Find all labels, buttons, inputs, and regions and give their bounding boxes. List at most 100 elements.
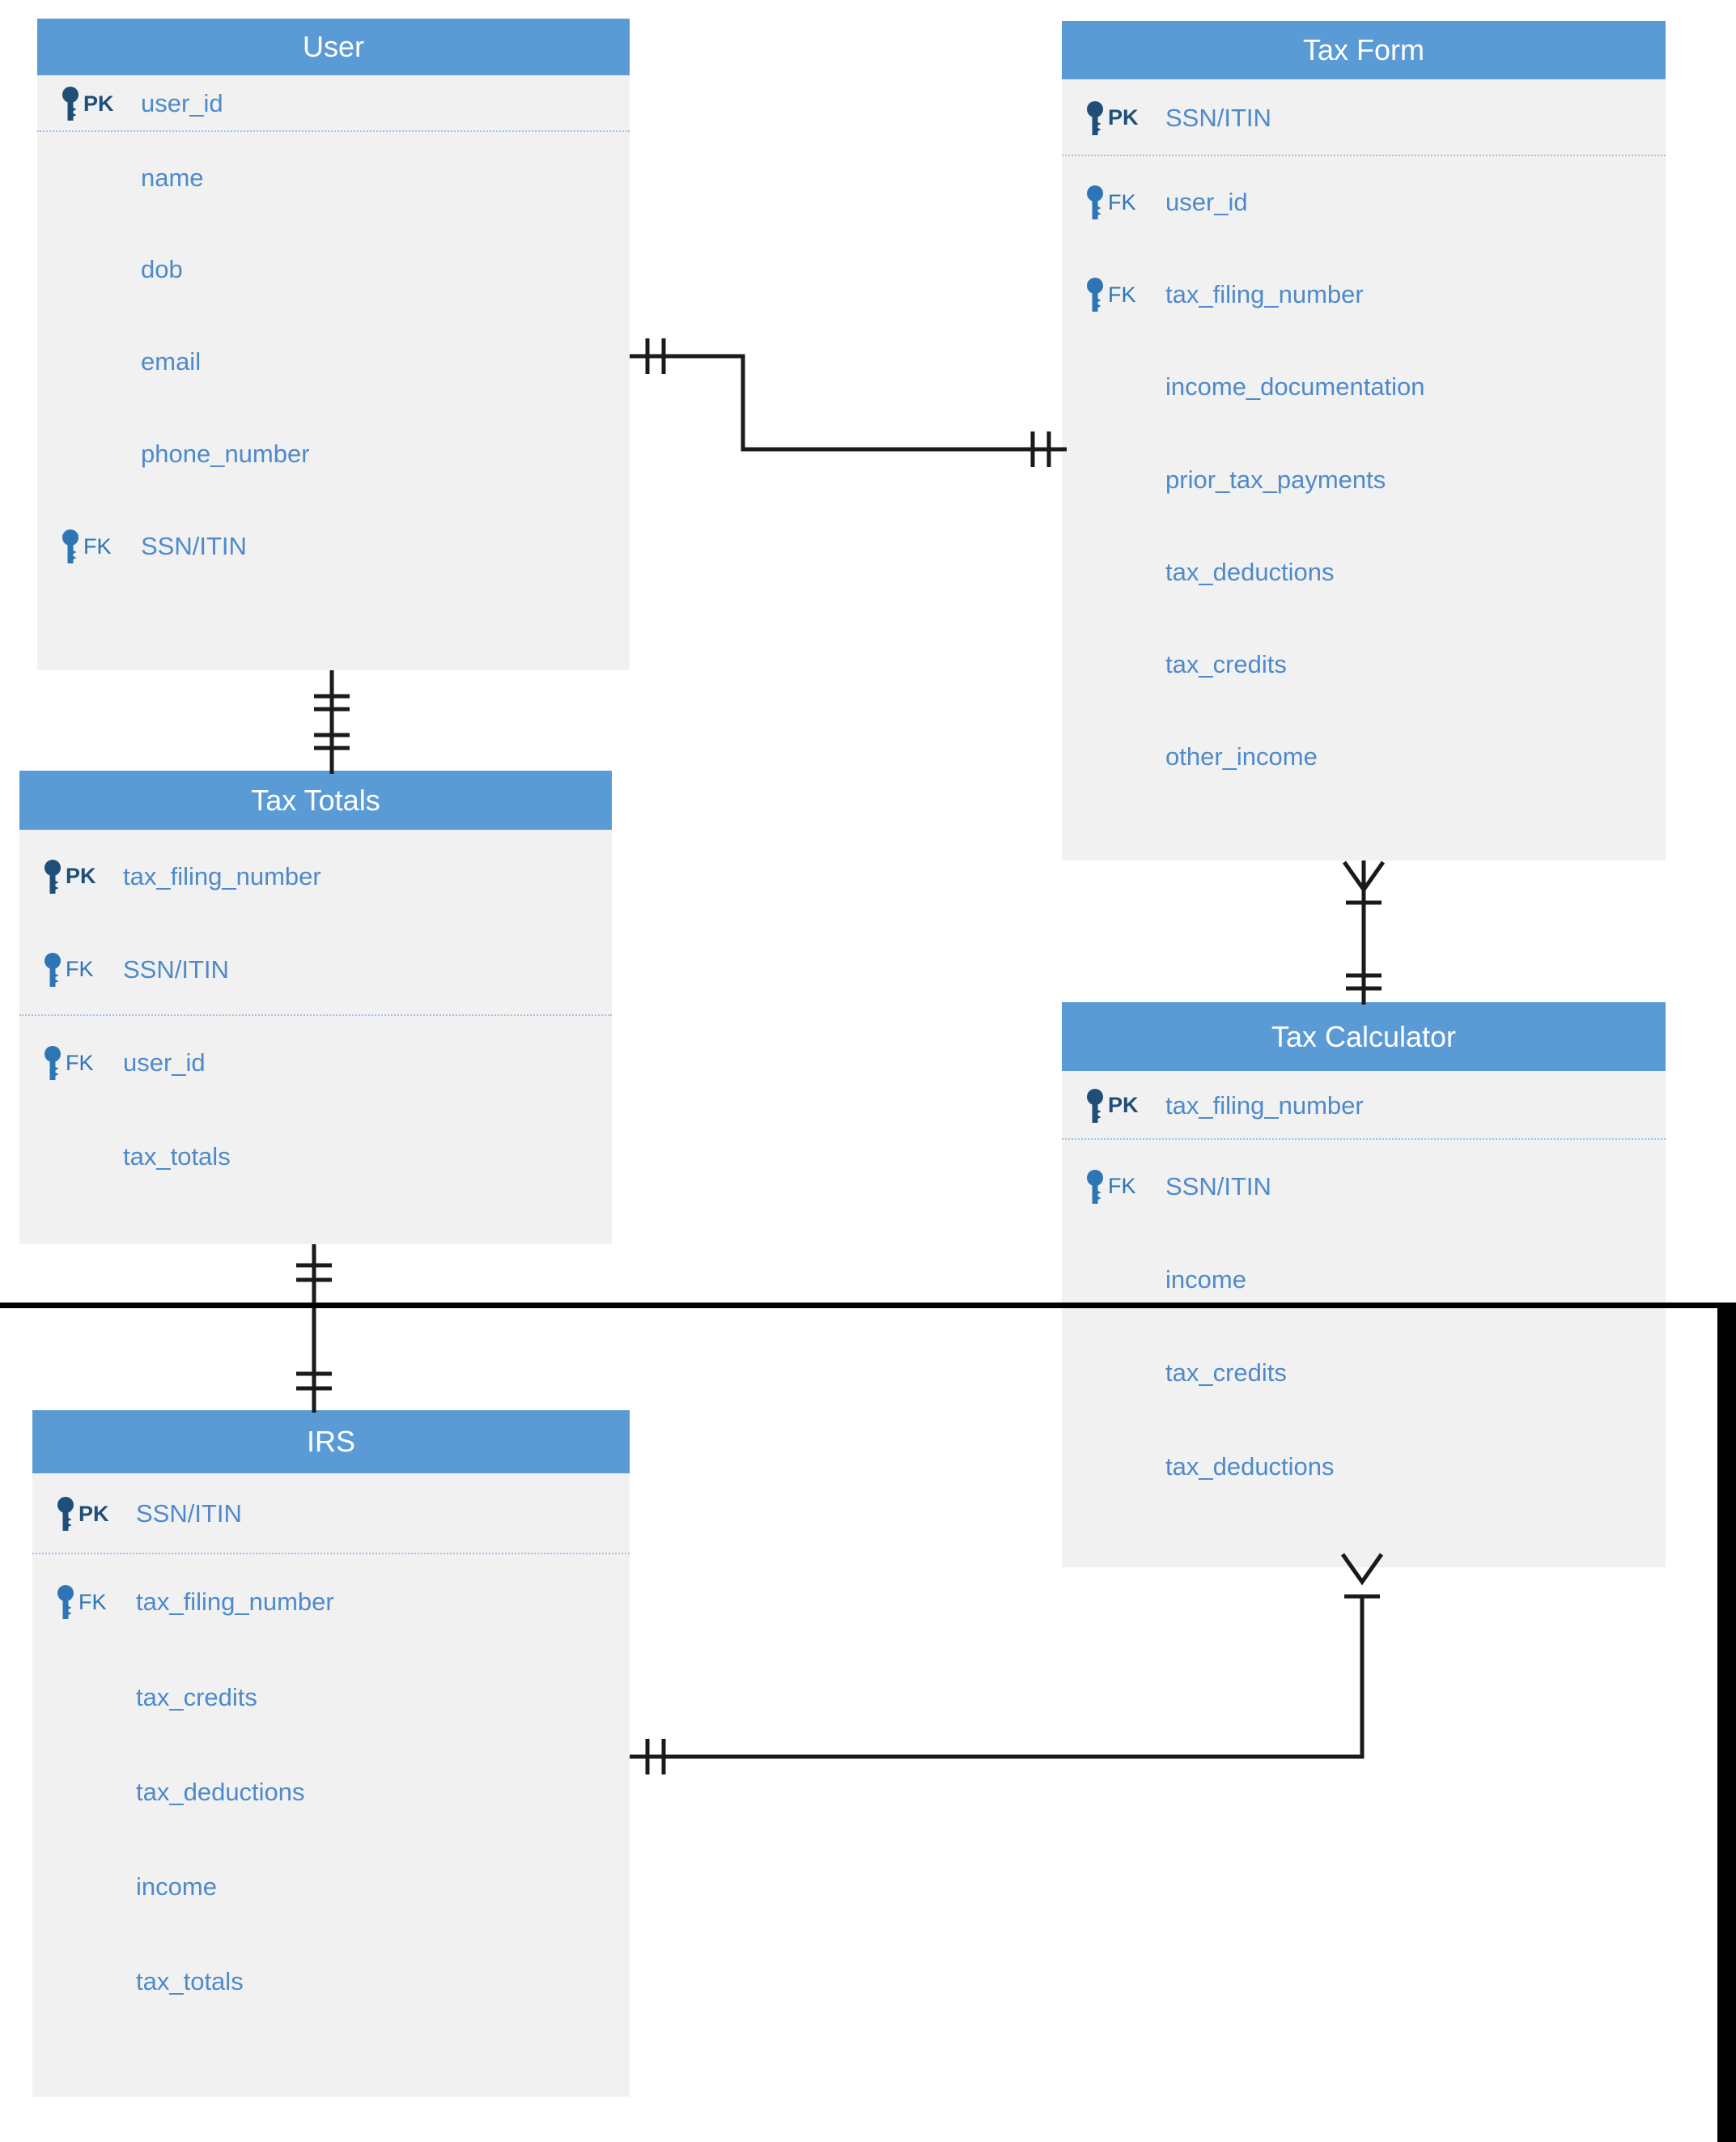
attribute-row[interactable]: tax_deductions: [1062, 1420, 1666, 1514]
entity-tax-calculator[interactable]: Tax Calculator PK tax_filing_number FK S…: [1062, 1002, 1666, 1567]
attribute-name: SSN/ITIN: [141, 532, 247, 560]
key-indicator: [1062, 1326, 1165, 1420]
attribute-name: other_income: [1165, 742, 1318, 771]
attribute-name: SSN/ITIN: [136, 1499, 242, 1528]
attribute-row[interactable]: other_income: [1062, 711, 1666, 803]
attribute-row[interactable]: tax_deductions: [32, 1745, 630, 1839]
attribute-row[interactable]: PK tax_filing_number: [19, 830, 612, 923]
key-indicator: [37, 408, 141, 500]
attribute-row[interactable]: FK SSN/ITIN: [19, 923, 612, 1016]
key-indicator: PK: [1062, 79, 1165, 156]
entity-tax-totals-title: Tax Totals: [251, 783, 380, 817]
key-icon: [45, 859, 61, 894]
attribute-name: SSN/ITIN: [1165, 103, 1271, 132]
attribute-row[interactable]: income: [32, 1839, 630, 1934]
attribute-row[interactable]: PK SSN/ITIN: [1062, 79, 1666, 156]
attribute-row[interactable]: dob: [37, 223, 630, 316]
key-icon: [1087, 185, 1103, 219]
key-indicator: [1062, 1233, 1165, 1326]
attribute-row[interactable]: FK SSN/ITIN: [1062, 1140, 1666, 1233]
key-label: FK: [1108, 282, 1136, 307]
entity-irs-title: IRS: [306, 1425, 355, 1458]
key-label: PK: [66, 864, 96, 888]
attribute-row[interactable]: PK user_id: [37, 75, 630, 132]
attribute-name: tax_deductions: [136, 1777, 305, 1806]
key-label: FK: [66, 1050, 94, 1075]
key-label: FK: [83, 533, 112, 559]
entity-user-body: PK user_id name dob email phone_number F…: [37, 75, 630, 670]
key-icon: [1087, 1088, 1103, 1123]
entity-tax-form-body: PK SSN/ITIN FK user_id FK tax_filing_num…: [1062, 79, 1666, 861]
entity-tax-calculator-header: Tax Calculator: [1062, 1002, 1666, 1071]
key-indicator: FK: [37, 500, 141, 593]
attribute-row[interactable]: FK tax_filing_number: [1062, 249, 1666, 341]
key-indicator: [1062, 433, 1165, 526]
attribute-row[interactable]: name: [37, 132, 630, 223]
relationship-tax-totals-irs[interactable]: [283, 1244, 364, 1413]
entity-irs-body: PK SSN/ITIN FK tax_filing_number tax_cre…: [32, 1473, 630, 2097]
attribute-name: tax_totals: [136, 1966, 244, 1995]
key-label: FK: [1108, 189, 1136, 215]
key-label: FK: [1108, 1174, 1136, 1198]
key-icon: [1087, 278, 1103, 312]
attribute-row[interactable]: phone_number: [37, 408, 630, 500]
attribute-name: tax_credits: [1165, 1358, 1287, 1387]
attribute-row[interactable]: income: [1062, 1233, 1666, 1326]
attribute-row[interactable]: FK SSN/ITIN: [37, 500, 630, 593]
attribute-row[interactable]: tax_totals: [19, 1110, 612, 1204]
entity-irs[interactable]: IRS PK SSN/ITIN FK tax_filing_number tax…: [32, 1410, 630, 2097]
key-icon: [45, 1046, 61, 1080]
attribute-row[interactable]: FK tax_filing_number: [32, 1554, 630, 1650]
key-label: FK: [79, 1589, 107, 1614]
relationship-user-tax-form[interactable]: [630, 324, 1067, 470]
key-indicator: FK: [32, 1554, 136, 1650]
entity-tax-form[interactable]: Tax Form PK SSN/ITIN FK user_id FK tax_f…: [1062, 21, 1666, 861]
key-indicator: [1062, 1420, 1165, 1514]
attribute-row[interactable]: tax_credits: [1062, 1326, 1666, 1420]
attribute-name: tax_deductions: [1165, 558, 1335, 586]
attribute-row[interactable]: PK tax_filing_number: [1062, 1071, 1666, 1140]
key-indicator: FK: [19, 923, 123, 1016]
key-icon: [57, 1497, 74, 1531]
key-indicator: [1062, 341, 1165, 433]
key-indicator: [32, 1839, 136, 1934]
key-icon: [1087, 1169, 1103, 1204]
relationship-irs-tax-calculator[interactable]: [630, 1553, 1384, 1774]
key-indicator: [1062, 618, 1165, 711]
entity-tax-totals[interactable]: Tax Totals PK tax_filing_number FK SSN/I…: [19, 771, 612, 1244]
attribute-row[interactable]: tax_totals: [32, 1934, 630, 2029]
attribute-name: tax_filing_number: [136, 1587, 334, 1616]
attribute-name: tax_filing_number: [1165, 280, 1364, 308]
attribute-row[interactable]: tax_credits: [1062, 618, 1666, 711]
key-indicator: PK: [19, 830, 123, 923]
attribute-row[interactable]: FK user_id: [19, 1016, 612, 1110]
attribute-name: SSN/ITIN: [123, 954, 229, 984]
entity-user-title: User: [302, 30, 364, 63]
attribute-row[interactable]: prior_tax_payments: [1062, 433, 1666, 526]
relationship-tax-form-tax-calculator[interactable]: [1323, 861, 1404, 1005]
relationship-user-tax-totals[interactable]: [299, 670, 380, 774]
attribute-row[interactable]: tax_deductions: [1062, 526, 1666, 618]
attribute-name: income: [136, 1872, 217, 1901]
attribute-name: phone_number: [141, 440, 310, 468]
key-indicator: PK: [37, 75, 141, 132]
entity-user[interactable]: User PK user_id name dob email phone_num…: [37, 19, 630, 670]
attribute-row[interactable]: tax_credits: [32, 1650, 630, 1745]
attribute-name: tax_deductions: [1165, 1452, 1335, 1481]
attribute-row[interactable]: email: [37, 316, 630, 408]
key-indicator: [32, 1650, 136, 1745]
key-icon: [62, 529, 79, 563]
entity-tax-totals-header: Tax Totals: [19, 771, 612, 830]
key-icon: [1087, 100, 1103, 135]
attribute-row[interactable]: income_documentation: [1062, 341, 1666, 433]
key-icon: [45, 952, 61, 987]
entity-tax-form-title: Tax Form: [1302, 33, 1424, 66]
key-icon: [57, 1585, 74, 1619]
attribute-name: income: [1165, 1264, 1246, 1294]
attribute-name: tax_filing_number: [123, 861, 321, 890]
attribute-row[interactable]: PK SSN/ITIN: [32, 1473, 630, 1554]
attribute-name: user_id: [141, 89, 223, 117]
attribute-row[interactable]: FK user_id: [1062, 156, 1666, 249]
key-icon: [62, 87, 79, 121]
entity-tax-calculator-title: Tax Calculator: [1271, 1019, 1457, 1053]
